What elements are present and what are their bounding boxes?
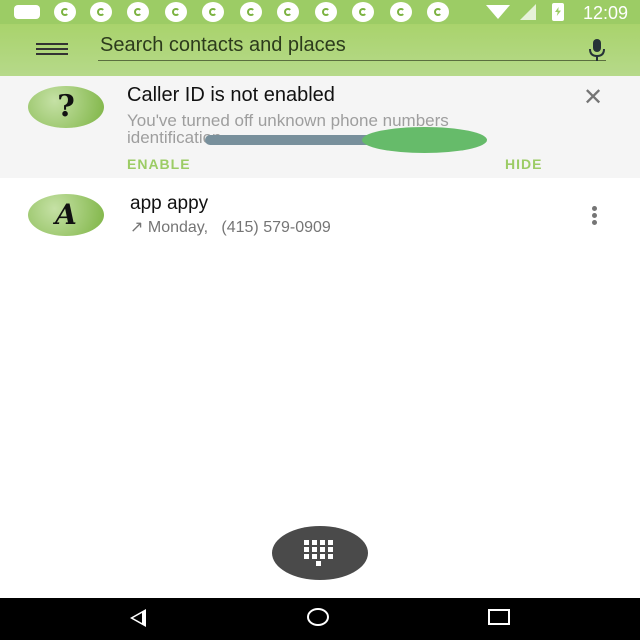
caller-id-card: ? Caller ID is not enabled You've turned… xyxy=(0,76,640,178)
call-day: Monday, xyxy=(147,219,209,236)
battery-charging-icon xyxy=(552,3,564,21)
music-note-icon xyxy=(352,2,374,22)
navigation-bar xyxy=(0,598,640,640)
hide-button[interactable]: HIDE xyxy=(505,156,542,172)
phone-number: (415) 579-0909 xyxy=(221,219,331,236)
enable-button[interactable]: ENABLE xyxy=(127,156,191,172)
outgoing-call-icon: ↗ xyxy=(130,219,144,236)
microphone-icon[interactable] xyxy=(587,38,607,62)
status-time: 12:09 xyxy=(582,3,628,23)
recents-icon[interactable] xyxy=(488,609,510,625)
close-icon[interactable]: ✕ xyxy=(583,86,603,110)
music-note-icon xyxy=(427,2,449,22)
dialpad-icon xyxy=(302,540,338,566)
signal-icon xyxy=(520,4,536,20)
question-avatar-icon: ? xyxy=(28,86,104,128)
call-detail: ↗ Monday, (415) 579-0909 xyxy=(130,217,331,237)
status-bar: 12:09 xyxy=(0,0,640,24)
music-note-icon xyxy=(202,2,224,22)
search-underline xyxy=(98,60,606,61)
home-icon[interactable] xyxy=(307,608,329,626)
dialpad-button[interactable] xyxy=(272,526,368,580)
contact-avatar[interactable]: A xyxy=(28,194,104,236)
music-note-icon xyxy=(240,2,262,22)
wifi-icon xyxy=(486,5,510,19)
scroll-indicator-thumb[interactable] xyxy=(362,127,487,153)
overflow-menu-icon[interactable] xyxy=(592,206,598,227)
music-note-icon xyxy=(90,2,112,22)
caller-id-title: Caller ID is not enabled xyxy=(127,84,335,106)
hamburger-menu-icon[interactable] xyxy=(36,40,68,60)
back-icon[interactable] xyxy=(130,609,146,627)
music-note-icon xyxy=(315,2,337,22)
message-icon xyxy=(14,5,40,19)
music-note-icon xyxy=(390,2,412,22)
call-log-row[interactable]: A app appy ↗ Monday, (415) 579-0909 xyxy=(0,180,640,242)
contact-name: app appy xyxy=(130,193,209,214)
music-note-icon xyxy=(54,2,76,22)
music-note-icon xyxy=(277,2,299,22)
search-input[interactable]: Search contacts and places xyxy=(100,34,346,57)
music-note-icon xyxy=(127,2,149,22)
app-bar: Search contacts and places xyxy=(0,24,640,76)
music-note-icon xyxy=(165,2,187,22)
